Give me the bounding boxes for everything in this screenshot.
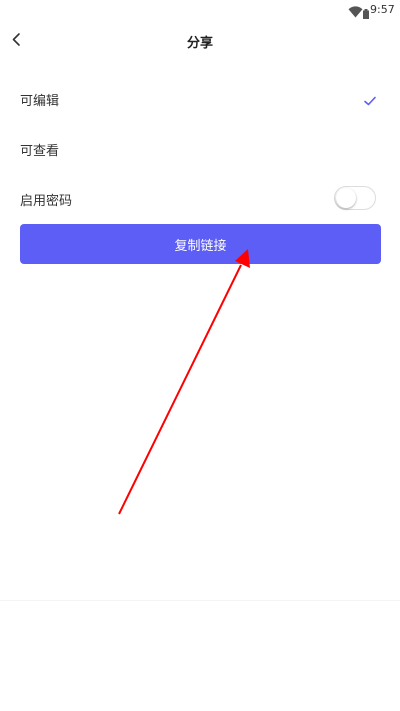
option-viewable[interactable]: 可查看: [0, 128, 400, 168]
divider: [0, 600, 400, 601]
option-password: 启用密码: [0, 178, 400, 218]
header: 分享: [0, 22, 400, 62]
check-icon: [363, 92, 377, 106]
copy-link-button[interactable]: 复制链接: [20, 224, 381, 264]
toggle-knob: [336, 188, 356, 208]
option-viewable-label: 可查看: [20, 144, 60, 159]
page-title: 分享: [186, 36, 213, 51]
option-password-label: 启用密码: [20, 194, 73, 209]
wifi-icon: [348, 3, 363, 18]
password-toggle[interactable]: [334, 186, 376, 210]
status-time: 9:57: [370, 3, 395, 16]
battery-icon: [362, 4, 370, 19]
option-editable-label: 可编辑: [20, 94, 60, 109]
status-bar: 9:57: [0, 0, 400, 22]
option-editable[interactable]: 可编辑: [0, 78, 400, 118]
